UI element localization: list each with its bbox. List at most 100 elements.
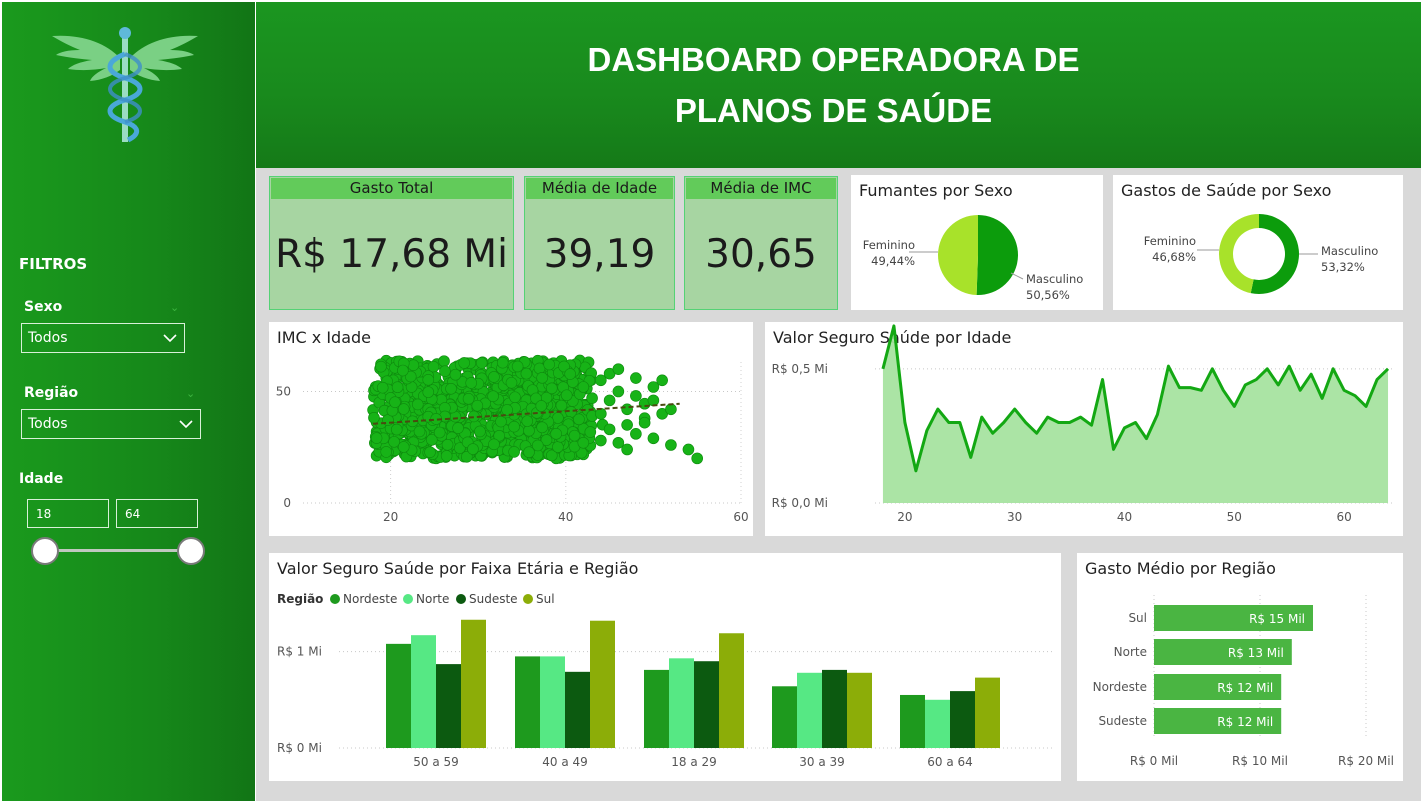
scatter-point bbox=[521, 415, 534, 427]
bar-sudeste bbox=[950, 691, 975, 748]
scatter-point bbox=[682, 443, 695, 456]
scatter-point bbox=[550, 428, 562, 440]
scatter-point bbox=[630, 372, 642, 384]
fumantes-card[interactable]: Fumantes por Sexo Feminino 49,44% Masculin… bbox=[851, 175, 1103, 310]
pie-label-name: Masculino bbox=[1026, 272, 1083, 286]
idade-max-input[interactable]: 64 bbox=[116, 499, 198, 528]
scatter-point bbox=[465, 377, 477, 389]
gasto-regiao-card[interactable]: Gasto Médio por Região R$ 0 Mil R$ 10 Mil… bbox=[1077, 553, 1403, 781]
hbar-category-label: Sul bbox=[1128, 611, 1147, 625]
scatter-point bbox=[458, 357, 470, 369]
caduceus-logo-icon bbox=[52, 27, 198, 143]
idade-slider-track[interactable] bbox=[45, 549, 193, 552]
scatter-point bbox=[370, 432, 383, 444]
bar-nordeste bbox=[772, 686, 797, 748]
bar-nordeste bbox=[900, 694, 925, 748]
faixa-regiao-card[interactable]: Valor Seguro Saúde por Faixa Etária e Re… bbox=[269, 553, 1061, 781]
scatter-point bbox=[520, 367, 533, 380]
kpi-gasto-total-label: Gasto Total bbox=[271, 178, 512, 199]
scatter-point bbox=[612, 385, 625, 398]
bar-nordeste bbox=[644, 669, 669, 748]
scatter-point bbox=[422, 386, 435, 398]
sexo-label: Sexo bbox=[24, 299, 63, 315]
kpi-gasto-total[interactable]: Gasto Total R$ 17,68 Mi bbox=[269, 176, 514, 310]
gastos-sexo-donut-chart[interactable]: Feminino 46,68% Masculino 53,32% bbox=[1113, 175, 1403, 310]
pie-slice-masculino bbox=[976, 215, 1018, 295]
scatter-point bbox=[665, 403, 677, 416]
idade-slider-min-handle[interactable] bbox=[31, 537, 59, 565]
scatter-point bbox=[536, 421, 548, 434]
legend-item-norte: Norte bbox=[416, 592, 449, 606]
scatter-point bbox=[391, 381, 404, 394]
scatter-point bbox=[467, 443, 479, 455]
gasto-regiao-bar-chart[interactable]: R$ 0 Mil R$ 10 Mil R$ 20 Mil Sul R$ 15 Mil No… bbox=[1077, 553, 1403, 781]
scatter-point bbox=[474, 425, 486, 438]
scatter-point bbox=[462, 393, 475, 405]
kpi-media-idade[interactable]: Média de Idade 39,19 bbox=[524, 176, 675, 310]
valor-idade-card[interactable]: Valor Seguro Saúde por Idade R$ 0,0 Mi R$… bbox=[765, 322, 1403, 536]
legend-title: Região bbox=[277, 592, 323, 606]
pie-label-percent: 46,68% bbox=[1152, 250, 1196, 264]
scatter-point bbox=[638, 416, 651, 429]
scatter-point bbox=[647, 432, 660, 445]
valor-idade-area-chart[interactable]: R$ 0,0 Mi R$ 0,5 Mi 20 30 40 50 60 bbox=[765, 322, 1403, 536]
idade-label: Idade bbox=[19, 471, 64, 487]
page-title-line2: PLANOS DE SAÚDE bbox=[674, 92, 993, 129]
kpi-gasto-total-value: R$ 17,68 Mi bbox=[275, 232, 508, 277]
hbar-x-tick: R$ 20 Mil bbox=[1338, 754, 1394, 768]
scatter-point bbox=[509, 391, 521, 404]
regiao-collapse-icon[interactable]: ⌄ bbox=[186, 387, 195, 400]
scatter-point bbox=[508, 446, 520, 458]
sexo-dropdown[interactable]: Todos bbox=[21, 323, 185, 353]
scatter-point bbox=[452, 422, 464, 434]
scatter-point bbox=[388, 436, 400, 448]
scatter-point bbox=[577, 436, 590, 449]
regiao-dropdown[interactable]: Todos bbox=[21, 409, 201, 439]
faixa-regiao-bar-chart[interactable]: Região Nordeste Norte Sudeste Sul R$ 0 Mi R$ 1… bbox=[269, 553, 1061, 781]
imc-idade-card[interactable]: IMC x Idade 0 50 20 40 60 bbox=[269, 322, 753, 536]
kpi-media-imc[interactable]: Média de IMC 30,65 bbox=[684, 176, 838, 310]
scatter-point bbox=[380, 446, 393, 458]
scatter-point bbox=[390, 423, 403, 436]
scatter-point bbox=[621, 403, 633, 416]
bar-nordeste bbox=[515, 656, 540, 748]
pie-label-name: Feminino bbox=[863, 238, 915, 252]
scatter-point bbox=[424, 446, 436, 458]
scatter-point bbox=[449, 368, 462, 381]
bar-norte bbox=[411, 635, 436, 748]
gastos-sexo-card[interactable]: Gastos de Saúde por Sexo Feminino 46,68% M… bbox=[1113, 175, 1403, 310]
kpi-media-idade-value: 39,19 bbox=[543, 232, 656, 277]
scatter-point bbox=[630, 390, 642, 402]
kpi-media-imc-value: 30,65 bbox=[705, 232, 817, 277]
scatter-point bbox=[433, 426, 446, 439]
pie-label-name: Masculino bbox=[1321, 244, 1378, 258]
scatter-point bbox=[584, 426, 597, 438]
fumantes-pie-chart[interactable]: Feminino 49,44% Masculino 50,56% bbox=[851, 175, 1103, 310]
hbar-x-tick: R$ 0 Mil bbox=[1130, 754, 1178, 768]
legend-item-nordeste: Nordeste bbox=[343, 592, 397, 606]
scatter-point bbox=[439, 365, 451, 377]
area-x-tick: 50 bbox=[1227, 510, 1242, 524]
bar-y-tick: R$ 0 Mi bbox=[277, 741, 322, 755]
scatter-point bbox=[441, 438, 454, 451]
imc-idade-scatter-chart[interactable]: 0 50 20 40 60 bbox=[269, 322, 753, 536]
dashboard-header: DASHBOARD OPERADORA DE PLANOS DE SAÚDE bbox=[256, 2, 1421, 168]
bar-x-tick: 60 a 64 bbox=[927, 755, 973, 769]
idade-slider-max-handle[interactable] bbox=[177, 537, 205, 565]
pie-label-name: Feminino bbox=[1144, 234, 1196, 248]
idade-min-input[interactable]: 18 bbox=[27, 499, 109, 528]
scatter-point bbox=[397, 364, 409, 377]
bar-sul bbox=[590, 620, 615, 748]
chevron-down-icon bbox=[163, 334, 177, 343]
hbar-category-label: Nordeste bbox=[1093, 680, 1147, 694]
legend-swatch-sul bbox=[523, 594, 533, 604]
sexo-dropdown-value: Todos bbox=[28, 330, 68, 346]
legend-item-sudeste: Sudeste bbox=[469, 592, 518, 606]
page-title-line1: DASHBOARD OPERADORA DE bbox=[587, 41, 1080, 78]
area-y-tick: R$ 0,0 Mi bbox=[772, 496, 828, 510]
sexo-collapse-icon[interactable]: ⌄ bbox=[170, 301, 179, 314]
scatter-point bbox=[438, 355, 450, 367]
bar-x-tick: 40 a 49 bbox=[542, 755, 588, 769]
area-fill bbox=[882, 325, 1389, 503]
area-x-tick: 30 bbox=[1007, 510, 1022, 524]
